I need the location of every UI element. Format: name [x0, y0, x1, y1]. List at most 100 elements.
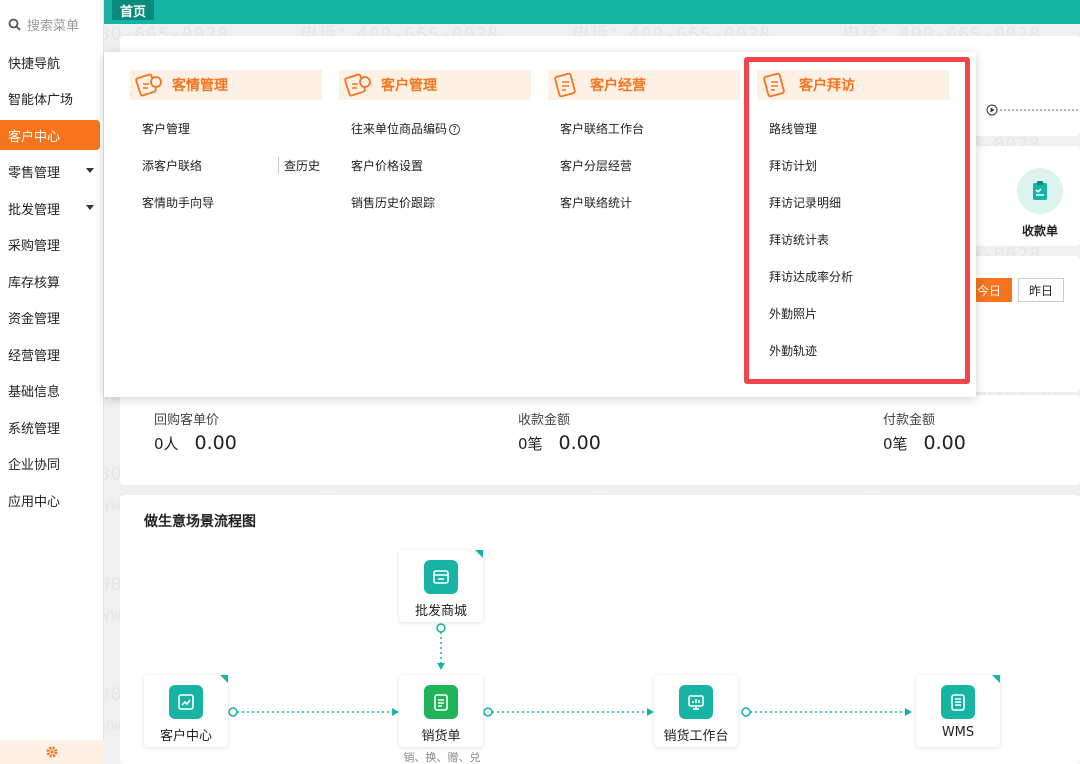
- receipt-icon: [1017, 168, 1063, 214]
- menu-item-price-settings[interactable]: 客户价格设置: [351, 157, 423, 174]
- stat-amount: 0.00: [923, 432, 966, 454]
- menu-item-price-history[interactable]: 销售历史价跟踪: [351, 194, 435, 211]
- flow-node-wms[interactable]: WMS: [916, 675, 1000, 747]
- stat-repurchase: 回购客单价 0人 0.00: [154, 409, 237, 454]
- flow-panel: 做生意场景流程图 批发商城 客户中心 销货单 销、换、赠、兑 销货工作台 WMS: [120, 495, 1080, 764]
- sidebar-item-funds[interactable]: 资金管理: [0, 302, 100, 332]
- receipt-label: 收款单: [1021, 224, 1058, 238]
- menu-column-header: 客户拜访: [757, 70, 949, 100]
- menu-item-visit-records[interactable]: 拜访记录明细: [769, 194, 841, 211]
- document-icon: [941, 685, 975, 719]
- stat-payments: 付款金额 0笔 0.00: [883, 409, 966, 454]
- sidebar-item-collaboration[interactable]: 企业协同: [0, 448, 100, 478]
- tab-home[interactable]: 首页: [112, 0, 155, 20]
- sidebar-item-label: 采购管理: [8, 238, 61, 254]
- corner-marker: [992, 675, 1000, 683]
- menu-item-assistant-guide[interactable]: 客情助手向导: [142, 194, 214, 211]
- menu-column-title: 客情管理: [172, 78, 228, 94]
- menu-item-label: 往来单位商品编码: [351, 122, 448, 136]
- menu-item-visit-rate[interactable]: 拜访达成率分析: [769, 268, 853, 285]
- sidebar-item-app-center[interactable]: 应用中心: [0, 485, 100, 515]
- sidebar-item-agent-plaza[interactable]: 智能体广场: [0, 83, 100, 113]
- stat-count: 0人: [154, 435, 179, 453]
- sidebar-item-label: 基础信息: [8, 384, 61, 400]
- menu-column-header: 客户经营: [548, 70, 740, 100]
- stat-receipts: 收款金额 0笔 0.00: [518, 409, 601, 454]
- node-label: 销货工作台: [663, 729, 729, 744]
- node-subtext: 销、换、赠、兑: [403, 751, 481, 764]
- corner-marker: [475, 550, 483, 558]
- flow-node-sales-order[interactable]: 销货单: [399, 675, 483, 747]
- stat-amount: 0.00: [194, 432, 237, 454]
- sidebar: 搜索菜单 快捷导航 智能体广场 客户中心 零售管理 批发管理 采购管理 库存核算…: [0, 0, 104, 764]
- stat-label: 回购客单价: [154, 413, 220, 428]
- monitor-icon: [679, 685, 713, 719]
- sidebar-item-label: 客户中心: [8, 129, 61, 145]
- date-switch: 今日 昨日: [966, 278, 1065, 302]
- menu-item-visit-plan[interactable]: 拜访计划: [769, 157, 817, 174]
- menu-item-product-codes[interactable]: 往来单位商品编码?: [351, 120, 461, 137]
- sidebar-item-label: 资金管理: [8, 311, 61, 327]
- search-icon: [8, 18, 21, 31]
- menu-item-add-contact[interactable]: 添客户联络: [142, 157, 202, 174]
- receipt-shortcut[interactable]: 收款单: [1000, 152, 1080, 244]
- node-label: 批发商城: [414, 604, 467, 619]
- sidebar-item-wholesale[interactable]: 批发管理: [0, 193, 100, 223]
- stat-label: 付款金额: [883, 413, 936, 428]
- sidebar-item-label: 企业协同: [8, 457, 61, 473]
- search-menu-input[interactable]: 搜索菜单: [8, 12, 100, 36]
- menu-item-field-photos[interactable]: 外勤照片: [769, 305, 817, 322]
- customer-center-menu: 客情管理 客户管理 客户经营 客户拜访 客户管理 添客户联络 查历史 客情助手向…: [104, 52, 976, 397]
- sidebar-item-label: 经营管理: [8, 348, 61, 364]
- sidebar-item-purchasing[interactable]: 采购管理: [0, 229, 100, 259]
- corner-marker: [220, 675, 228, 683]
- menu-item-contact-workbench[interactable]: 客户联络工作台: [560, 120, 644, 137]
- store-icon: [424, 560, 458, 594]
- node-label: 客户中心: [159, 729, 212, 744]
- chevron-down-icon: [86, 205, 94, 210]
- menu-item-route-mgmt[interactable]: 路线管理: [769, 120, 817, 137]
- clipboard-icon: [424, 685, 458, 719]
- sidebar-item-quick-nav[interactable]: 快捷导航: [0, 47, 100, 77]
- sidebar-item-label: 应用中心: [8, 494, 61, 510]
- menu-column-header: 客户管理: [339, 70, 531, 100]
- sidebar-item-label: 系统管理: [8, 421, 61, 437]
- sidebar-item-label: 智能体广场: [8, 92, 74, 108]
- menu-item-check-history[interactable]: 查历史: [278, 157, 320, 174]
- customer-icon: [343, 71, 375, 99]
- stat-count: 0笔: [883, 435, 908, 453]
- settings-button[interactable]: [0, 740, 104, 764]
- menu-column-title: 客户拜访: [799, 78, 855, 94]
- operation-icon: [552, 71, 584, 99]
- help-icon[interactable]: ?: [449, 124, 461, 135]
- flow-node-wholesale-mall[interactable]: 批发商城: [399, 550, 483, 622]
- sidebar-item-customer-center[interactable]: 客户中心: [0, 120, 100, 150]
- node-label: WMS: [941, 725, 975, 740]
- flow-node-sales-workbench[interactable]: 销货工作台: [654, 675, 738, 747]
- top-bar: 首页: [104, 0, 1080, 24]
- sidebar-item-retail[interactable]: 零售管理: [0, 156, 100, 186]
- menu-item-tiered-operation[interactable]: 客户分层经营: [560, 157, 632, 174]
- visit-icon: [761, 71, 793, 99]
- sidebar-item-inventory[interactable]: 库存核算: [0, 266, 100, 296]
- sidebar-item-operations[interactable]: 经营管理: [0, 339, 100, 369]
- menu-item-customer-mgmt[interactable]: 客户管理: [142, 120, 190, 137]
- menu-column-header: 客情管理: [130, 70, 322, 100]
- flow-node-customer-center[interactable]: 客户中心: [144, 675, 228, 747]
- stat-count: 0笔: [518, 435, 543, 453]
- sidebar-item-system[interactable]: 系统管理: [0, 412, 100, 442]
- chevron-down-icon: [86, 168, 94, 173]
- sidebar-item-basic-info[interactable]: 基础信息: [0, 375, 100, 405]
- menu-item-visit-stats[interactable]: 拜访统计表: [769, 231, 829, 248]
- sidebar-item-label: 快捷导航: [8, 56, 61, 72]
- sidebar-item-label: 批发管理: [8, 202, 61, 218]
- relationship-icon: [134, 71, 166, 99]
- yesterday-button[interactable]: 昨日: [1018, 278, 1065, 302]
- sidebar-item-label: 库存核算: [8, 275, 61, 291]
- menu-item-field-tracks[interactable]: 外勤轨迹: [769, 342, 817, 359]
- menu-column-title: 客户经营: [590, 78, 646, 94]
- sidebar-item-label: 零售管理: [8, 165, 61, 181]
- menu-item-contact-stats[interactable]: 客户联络统计: [560, 194, 632, 211]
- chart-icon: [169, 685, 203, 719]
- timeline-indicator: [986, 104, 1080, 116]
